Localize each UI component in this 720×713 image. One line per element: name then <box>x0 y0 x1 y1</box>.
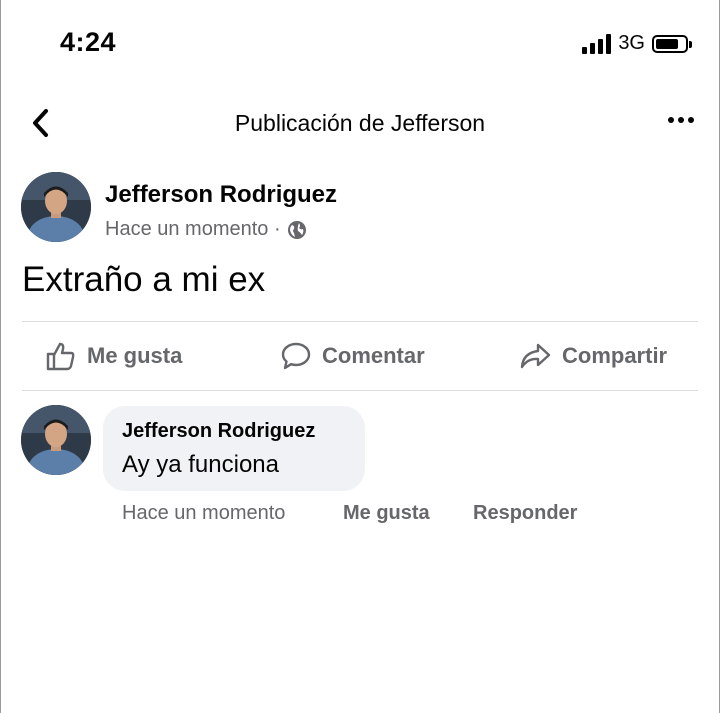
comment-author-avatar[interactable] <box>21 405 91 475</box>
share-icon <box>520 343 551 369</box>
comment-icon <box>281 342 311 370</box>
network-type: 3G <box>618 32 645 54</box>
more-options-button[interactable] <box>668 117 694 123</box>
comment-reply-button[interactable]: Responder <box>473 502 577 525</box>
profile-photo <box>21 405 91 475</box>
post-author-name[interactable]: Jefferson Rodriguez <box>105 181 337 209</box>
more-dot <box>668 117 674 123</box>
status-time: 4:24 <box>60 27 117 57</box>
divider <box>22 321 698 322</box>
post-metadata: Hace un momento · <box>105 218 307 241</box>
profile-photo <box>21 172 91 242</box>
like-button[interactable]: Me gusta <box>45 340 182 372</box>
comment-label: Comentar <box>322 343 425 368</box>
signal-icon <box>582 33 612 54</box>
divider <box>22 390 698 391</box>
page-title: Publicación de Jefferson <box>234 110 486 136</box>
more-dot <box>678 117 684 123</box>
like-label: Me gusta <box>87 343 183 368</box>
status-indicators: 3G <box>582 32 692 55</box>
thumbs-up-icon <box>46 342 75 371</box>
comment-text: Ay ya funciona <box>122 451 279 478</box>
post-author-avatar[interactable] <box>21 172 91 242</box>
more-dot <box>688 117 694 123</box>
comment-author-name[interactable]: Jefferson Rodriguez <box>122 420 315 443</box>
globe-icon <box>287 220 306 239</box>
comment-like-button[interactable]: Me gusta <box>343 502 430 525</box>
post-body-text: Extraño a mi ex <box>22 260 266 299</box>
share-label: Compartir <box>562 343 668 368</box>
comment-timestamp: Hace un momento <box>122 502 286 524</box>
comment-button[interactable]: Comentar <box>280 340 425 372</box>
battery-icon <box>652 34 692 53</box>
share-button[interactable]: Compartir <box>518 340 667 372</box>
post-timestamp: Hace un momento · <box>105 218 281 240</box>
